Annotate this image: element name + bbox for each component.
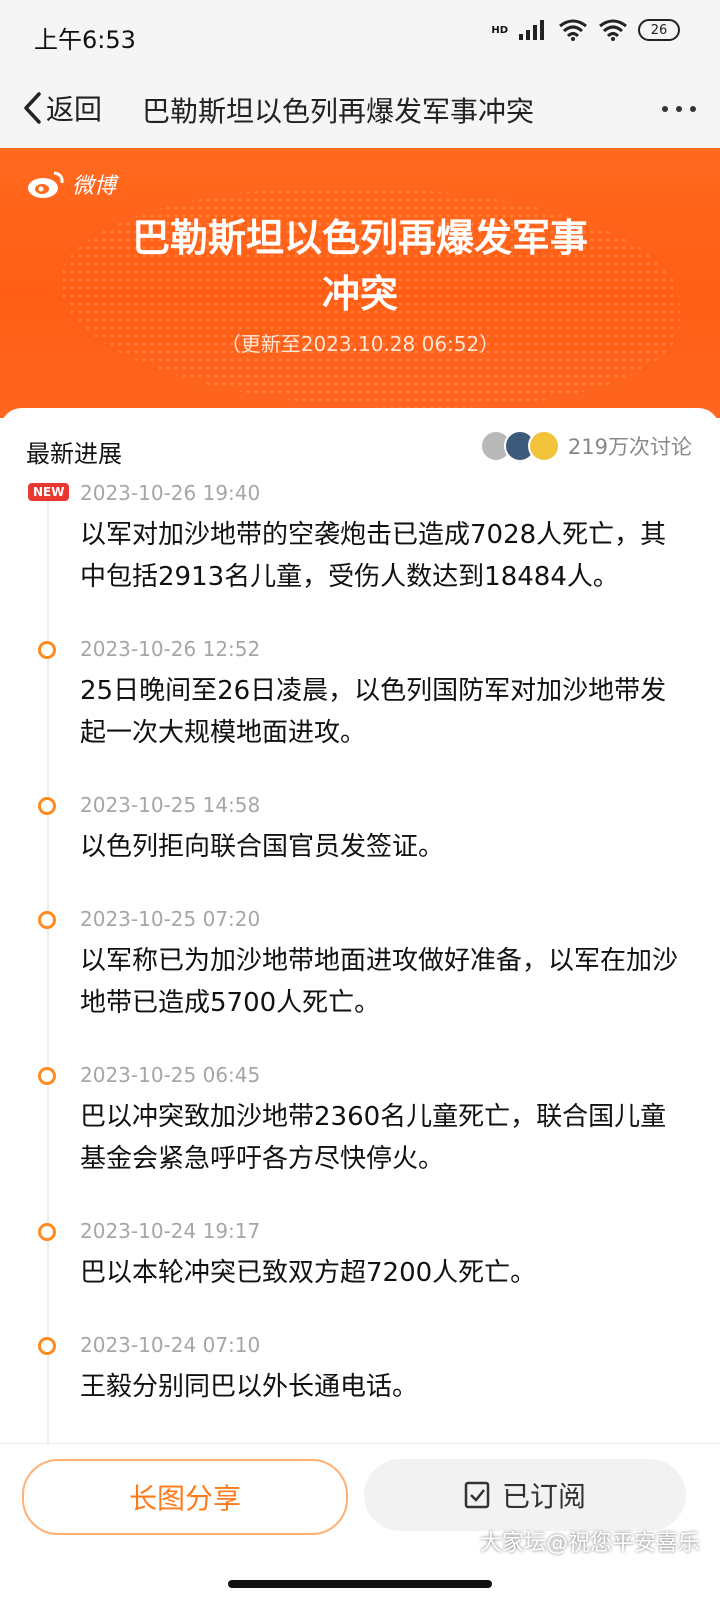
subscribed-label: 已订阅 xyxy=(501,1480,586,1513)
timeline-text: 以色列拒向联合国官员发签证。 xyxy=(80,832,445,862)
update-timestamp: （更新至2023.10.28 06:52） xyxy=(220,332,500,356)
topic-banner: 微博 巴勒斯坦以色列再爆发军事 冲突 （更新至2023.10.28 06:52） xyxy=(0,148,720,418)
wifi-icon xyxy=(559,19,587,41)
home-indicator[interactable] xyxy=(228,1580,492,1588)
avatar xyxy=(527,430,560,462)
timeline-time: 2023-10-24 19:17 xyxy=(80,1219,261,1243)
timeline-text: 王毅分别同巴以外长通电话。 xyxy=(80,1372,419,1402)
timeline-text: 25日晚间至26日凌晨，以色列国防军对加沙地带发起一次大规模地面进攻。 xyxy=(80,676,667,748)
status-time: 上午6:53 xyxy=(34,26,136,54)
timeline-item[interactable]: 2023-10-25 07:20 以军称已为加沙地带地面进攻做好准备，以军在加沙… xyxy=(0,904,720,1024)
page-title: 巴勒斯坦以色列再爆发军事冲突 xyxy=(142,95,535,128)
new-badge: NEW xyxy=(28,483,70,501)
weibo-logo: 微博 xyxy=(26,168,116,200)
banner-title-line1: 巴勒斯坦以色列再爆发军事 xyxy=(131,216,588,260)
timeline-text: 以军对加沙地带的空袭炮击已造成7028人死亡，其中包括2913名儿童，受伤人数达… xyxy=(80,520,667,592)
timeline-item[interactable]: 2023-10-25 06:45 巴以冲突致加沙地带2360名儿童死亡，联合国儿… xyxy=(0,1060,720,1180)
subscribed-button[interactable]: 已订阅 xyxy=(364,1459,686,1531)
nav-bar: 返回 巴勒斯坦以色列再爆发军事冲突 xyxy=(0,70,720,148)
timeline-time: 2023-10-26 12:52 xyxy=(80,637,261,661)
timeline-item[interactable]: 2023-10-24 19:17 巴以本轮冲突已致双方超7200人死亡。 xyxy=(0,1216,720,1294)
timeline-text: 巴以本轮冲突已致双方超7200人死亡。 xyxy=(80,1258,537,1288)
share-long-image-button[interactable]: 长图分享 xyxy=(22,1459,348,1535)
timeline-dot xyxy=(38,1223,56,1241)
share-label: 长图分享 xyxy=(128,1482,241,1515)
timeline-dot xyxy=(38,1067,56,1085)
timeline-text: 以军称已为加沙地带地面进攻做好准备，以军在加沙地带已造成5700人死亡。 xyxy=(80,946,679,1018)
battery-icon: 26 xyxy=(638,19,680,41)
network-label: HD xyxy=(491,24,508,36)
more-options-icon[interactable] xyxy=(662,106,696,112)
timeline-dot xyxy=(38,641,56,659)
signal-icon xyxy=(519,20,544,40)
chevron-left-icon xyxy=(24,92,41,124)
discussion-count[interactable]: 219万次讨论 xyxy=(479,430,692,462)
discussion-count-label: 219万次讨论 xyxy=(567,435,692,459)
timeline-dot xyxy=(38,797,56,815)
weibo-logo-text: 微博 xyxy=(72,174,117,199)
timeline-time: 2023-10-25 07:20 xyxy=(80,907,261,931)
banner-title: 巴勒斯坦以色列再爆发军事 冲突 xyxy=(0,210,720,322)
timeline-time: 2023-10-26 19:40 xyxy=(80,481,261,505)
banner-title-line2: 冲突 xyxy=(321,272,398,316)
status-bar: 上午6:53 HD 26 xyxy=(0,0,720,70)
timeline-dot xyxy=(38,1337,56,1355)
content-panel: 最新进展 219万次讨论 NEW 2023-10-26 19:40 以军对加沙地… xyxy=(0,408,720,1508)
timeline-time: 2023-10-25 14:58 xyxy=(80,793,261,817)
timeline-item[interactable]: 2023-10-24 07:10 王毅分别同巴以外长通电话。 xyxy=(0,1330,720,1408)
timeline-dot xyxy=(38,911,56,929)
section-title: 最新进展 xyxy=(26,440,122,468)
avatar-group xyxy=(479,430,560,462)
timeline-item[interactable]: NEW 2023-10-26 19:40 以军对加沙地带的空袭炮击已造成7028… xyxy=(0,478,720,598)
timeline-time: 2023-10-24 07:10 xyxy=(80,1333,261,1357)
timeline-text: 巴以冲突致加沙地带2360名儿童死亡，联合国儿童基金会紧急呼吁各方尽快停火。 xyxy=(80,1102,667,1174)
bottom-action-bar: 长图分享 已订阅 xyxy=(0,1443,720,1601)
back-label: 返回 xyxy=(46,93,103,126)
status-icons: HD 26 xyxy=(491,18,680,42)
timeline: NEW 2023-10-26 19:40 以军对加沙地带的空袭炮击已造成7028… xyxy=(0,478,720,1508)
timeline-time: 2023-10-25 06:45 xyxy=(80,1063,261,1087)
wifi-icon-2 xyxy=(599,19,627,41)
timeline-item[interactable]: 2023-10-25 14:58 以色列拒向联合国官员发签证。 xyxy=(0,790,720,868)
weibo-icon xyxy=(28,171,64,198)
timeline-item[interactable]: 2023-10-26 12:52 25日晚间至26日凌晨，以色列国防军对加沙地带… xyxy=(0,634,720,754)
watermark: 大家坛@祝您平安喜乐 xyxy=(479,1531,700,1556)
back-button[interactable]: 返回 xyxy=(22,88,102,128)
checkbox-checked-icon xyxy=(464,1481,490,1509)
